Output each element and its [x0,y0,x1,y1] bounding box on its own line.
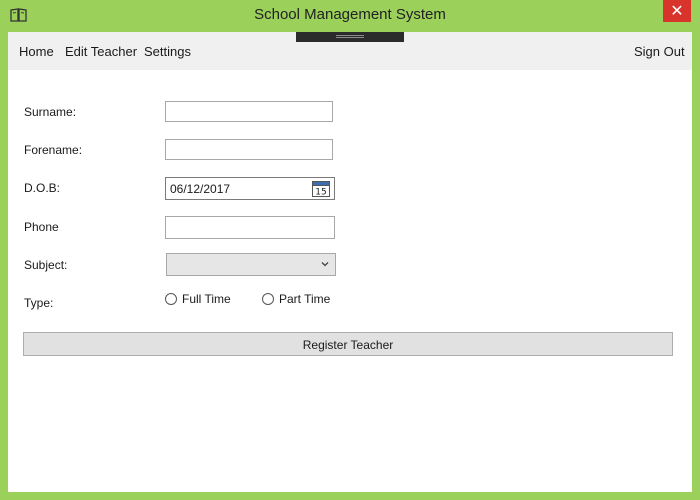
radio-circle-part-time[interactable] [262,293,274,305]
phone-label: Phone [24,220,59,234]
subject-dropdown[interactable] [166,253,336,276]
title-bar[interactable]: School Management System ✕ [0,0,700,32]
app-window: School Management System ✕ Home Edit Tea… [0,0,700,500]
dob-label: D.O.B: [24,181,61,195]
surname-label: Surname: [24,105,77,119]
close-button[interactable]: ✕ [663,0,691,22]
forename-label: Forename: [24,143,83,157]
menu-bar: Home Edit Teacher Settings Sign Out [8,32,692,70]
phone-input[interactable] [165,216,335,239]
menu-item-edit-teacher[interactable]: Edit Teacher [65,44,137,59]
drag-grip[interactable] [296,32,404,42]
type-label: Type: [24,296,54,310]
radio-label-full-time[interactable]: Full Time [182,292,231,306]
close-icon: ✕ [670,1,684,20]
dob-date-picker[interactable]: 06/12/2017 15 [165,177,335,200]
surname-input[interactable] [165,101,333,122]
radio-circle-full-time[interactable] [165,293,177,305]
menu-item-settings[interactable]: Settings [144,44,191,59]
subject-label: Subject: [24,258,68,272]
chevron-down-icon [321,262,329,267]
register-teacher-button[interactable]: Register Teacher [23,332,673,356]
dob-value: 06/12/2017 [170,182,231,196]
calendar-icon[interactable]: 15 [312,180,330,197]
window-title: School Management System [254,6,446,23]
menu-item-home[interactable]: Home [19,44,54,59]
client-area: Home Edit Teacher Settings Sign Out Surn… [8,32,692,492]
menu-item-sign-out[interactable]: Sign Out [634,44,685,59]
forename-input[interactable] [165,139,333,160]
radio-label-part-time[interactable]: Part Time [279,292,330,306]
calendar-day-text: 15 [315,188,326,198]
